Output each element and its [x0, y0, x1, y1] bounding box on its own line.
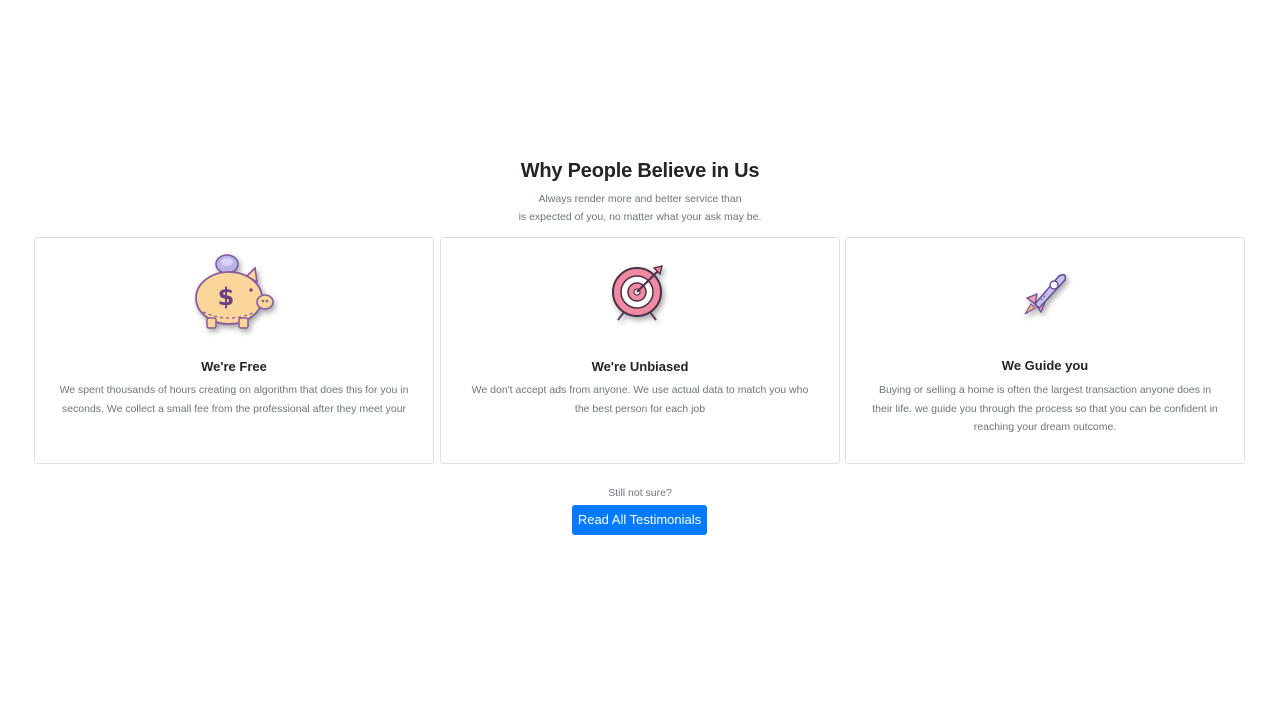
- section-title: Why People Believe in Us: [520, 160, 760, 182]
- svg-text:$: $: [218, 283, 235, 311]
- rocket-icon: [1017, 266, 1073, 322]
- target-icon: [610, 262, 670, 324]
- still-not-sure-text: Still not sure?: [608, 487, 672, 499]
- card-title: We're Unbiased: [591, 359, 689, 374]
- why-believe-section: Why People Believe in Us Always render m…: [0, 0, 1280, 720]
- subtitle-line-2: is expected of you, no matter what your …: [518, 211, 762, 223]
- piggy-bank-icon: $: [189, 250, 279, 334]
- card-text: Buying or selling a home is often the la…: [872, 384, 1218, 433]
- feature-card-unbiased: We're Unbiased We don't accept ads from …: [440, 237, 840, 464]
- feature-card-free: $ We're Free We spent thousands of hours…: [34, 237, 434, 464]
- card-title: We're Free: [201, 359, 267, 374]
- card-text: We spent thousands of hours creating on …: [59, 384, 409, 415]
- feature-card-guide: We Guide you Buying or selling a home is…: [845, 237, 1245, 464]
- section-subtitle: Always render more and better service th…: [0, 190, 1280, 226]
- card-text: We don't accept ads from anyone. We use …: [471, 384, 809, 415]
- card-title: We Guide you: [1001, 358, 1089, 373]
- read-all-testimonials-button[interactable]: Read All Testimonials: [572, 505, 707, 535]
- subtitle-line-1: Always render more and better service th…: [538, 193, 742, 205]
